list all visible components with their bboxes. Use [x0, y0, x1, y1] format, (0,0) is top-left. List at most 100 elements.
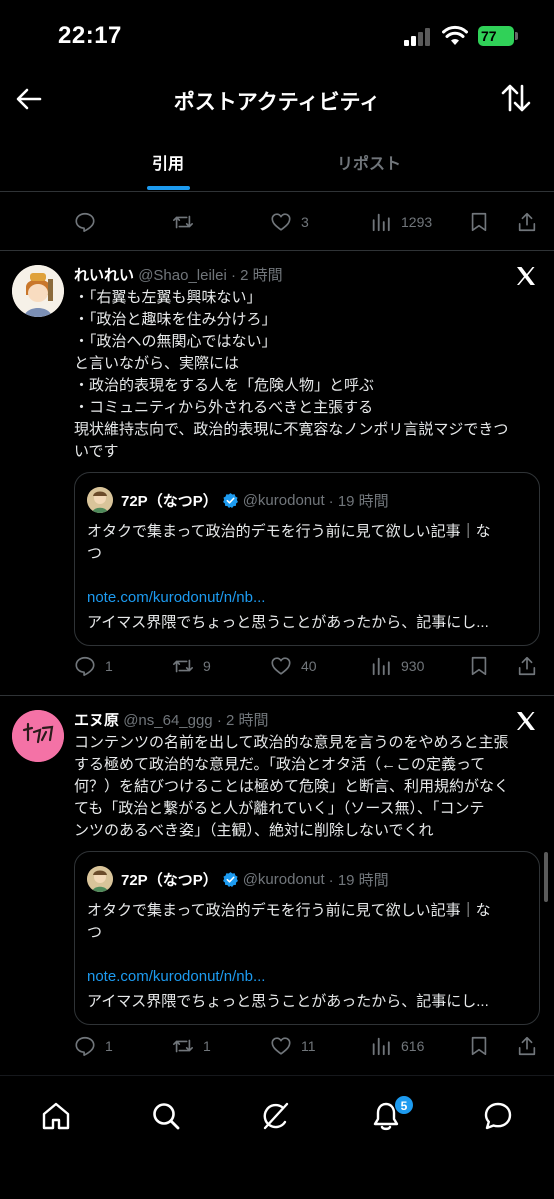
status-bar: 22:17 77 — [0, 0, 554, 72]
share-icon — [518, 1036, 536, 1056]
quoted-display-name: 72P（なつP） — [121, 871, 218, 889]
quoted-time: · 19 時間 — [328, 871, 389, 889]
tweet-line: ンツのあるべき姿」（主観）、絶対に削除しないでくれ — [74, 822, 434, 839]
tweet-actions: 1 9 40 930 — [0, 651, 554, 681]
tweet-line: ・「右翼も左翼も興味ない」 — [74, 289, 262, 306]
heart-icon — [271, 1037, 291, 1055]
battery-indicator: 77 — [478, 26, 518, 46]
repost-icon — [173, 659, 193, 673]
tweet-line: と言いながら、実際には — [74, 355, 240, 372]
like-button[interactable]: 11 — [270, 1031, 316, 1061]
quoted-tweet-header: 72P（なつP） @kurodonut · 19 時間 — [87, 487, 389, 513]
views-button[interactable]: 1293 — [370, 207, 432, 237]
sort-icon[interactable] — [500, 82, 532, 114]
share-button[interactable] — [516, 1031, 538, 1061]
repost-button[interactable]: 9 — [172, 651, 211, 681]
quoted-link[interactable]: note.com/kurodonut/n/nb... — [87, 589, 265, 606]
user-handle[interactable]: @ns_64_ggg — [123, 712, 212, 729]
quoted-text-line: つ — [87, 545, 103, 562]
repost-icon — [173, 1039, 193, 1053]
display-name[interactable]: エヌ原 — [74, 712, 119, 729]
like-button[interactable]: 40 — [270, 651, 317, 681]
tweet-text: コンテンツの名前を出して政治的な意見を言うのをやめろと主張 する極めて政治的な意… — [74, 732, 542, 842]
bookmark-button[interactable] — [468, 651, 490, 681]
bookmark-icon — [471, 1036, 487, 1056]
tweet[interactable]: れいれい @Shao_leilei · 2 時間 ・「右翼も左翼も興味ない」 ・… — [0, 251, 554, 695]
repost-button[interactable] — [172, 207, 194, 237]
status-time: 22:17 — [58, 22, 122, 49]
quoted-link-description: アイマス界隈でちょっと思うことがあったから、記事にし... — [87, 993, 489, 1010]
quoted-tweet[interactable]: 72P（なつP） @kurodonut · 19 時間 オタクで集まって政治的デ… — [74, 472, 540, 646]
like-count: 40 — [301, 658, 317, 674]
share-icon — [518, 656, 536, 676]
tweet-line: する極めて政治的な意見だ。「政治とオタ活（←この定義って — [74, 756, 486, 773]
tweet-actions: 1 1 11 616 — [0, 1031, 554, 1061]
user-handle[interactable]: @Shao_leilei — [138, 267, 227, 284]
grok-icon[interactable] — [260, 1100, 292, 1132]
search-icon[interactable] — [150, 1100, 182, 1132]
repost-icon — [173, 215, 193, 229]
reply-count: 1 — [105, 658, 113, 674]
quoted-text-line: オタクで集まって政治的デモを行う前に見て欲しい記事｜な — [87, 902, 491, 919]
heart-icon — [271, 657, 291, 675]
avatar[interactable] — [12, 265, 64, 317]
tweet[interactable]: エヌ原 @ns_64_ggg · 2 時間 コンテンツの名前を出して政治的な意見… — [0, 696, 554, 1074]
page-title: ポストアクティビティ — [173, 91, 381, 114]
messages-icon[interactable] — [482, 1100, 514, 1132]
quoted-time: · 19 時間 — [328, 492, 389, 510]
view-count: 1293 — [401, 214, 433, 230]
quoted-avatar — [87, 866, 113, 892]
heart-icon — [271, 213, 291, 231]
views-button[interactable]: 616 — [370, 1031, 424, 1061]
scrollbar[interactable] — [544, 852, 548, 902]
active-tab-indicator — [147, 186, 190, 190]
notification-badge: 5 — [394, 1095, 414, 1115]
quoted-text-line: つ — [87, 924, 103, 941]
tweet-line: コンテンツの名前を出して政治的な意見を言うのをやめろと主張 — [74, 734, 509, 751]
like-button[interactable]: 3 — [270, 207, 309, 237]
share-button[interactable] — [516, 651, 538, 681]
tab-quotes[interactable]: 引用 — [152, 150, 184, 174]
quoted-link[interactable]: note.com/kurodonut/n/nb... — [87, 968, 265, 985]
reply-count: 1 — [105, 1038, 113, 1054]
quoted-tweet[interactable]: 72P（なつP） @kurodonut · 19 時間 オタクで集まって政治的デ… — [74, 851, 540, 1025]
tweet-time: · 2 時間 — [230, 267, 283, 284]
like-count: 11 — [301, 1038, 316, 1054]
x-logo-icon — [517, 712, 535, 730]
reply-button[interactable]: 1 — [74, 651, 113, 681]
reply-button[interactable] — [74, 207, 96, 237]
views-button[interactable]: 930 — [370, 651, 424, 681]
quoted-link-description: アイマス界隈でちょっと思うことがあったから、記事にし... — [87, 614, 489, 631]
reply-icon — [75, 1036, 95, 1056]
quoted-handle: @kurodonut — [242, 491, 325, 509]
quoted-text: オタクで集まって政治的デモを行う前に見て欲しい記事｜な つ — [87, 900, 531, 944]
tweet-line: いです — [74, 443, 119, 460]
view-count: 616 — [401, 1038, 425, 1054]
verified-badge-icon — [222, 871, 238, 887]
repost-button[interactable]: 1 — [172, 1031, 211, 1061]
bookmark-icon — [471, 212, 487, 232]
bookmark-button[interactable] — [468, 1031, 490, 1061]
reply-icon — [75, 212, 95, 232]
display-name[interactable]: れいれい — [74, 267, 134, 284]
reply-button[interactable]: 1 — [74, 1031, 113, 1061]
tab-reposts[interactable]: リポスト — [337, 150, 401, 174]
previous-tweet-actions: 3 1293 — [0, 207, 554, 237]
bookmark-button[interactable] — [468, 207, 490, 237]
bottom-navigation: 5 — [0, 1075, 554, 1199]
quoted-text: オタクで集まって政治的デモを行う前に見て欲しい記事｜な つ — [87, 521, 531, 565]
quoted-handle: @kurodonut — [242, 870, 325, 888]
avatar[interactable] — [12, 710, 64, 762]
tweet-line: ・政治的表現をする人を「危険人物」と呼ぶ — [74, 377, 375, 394]
repost-count: 9 — [203, 658, 211, 674]
analytics-icon — [372, 1037, 390, 1056]
verified-badge-icon — [222, 492, 238, 508]
share-button[interactable] — [516, 207, 538, 237]
tweet-time: · 2 時間 — [216, 712, 269, 729]
tweet-line: ・「政治と趣味を住み分けろ」 — [74, 311, 277, 328]
quoted-tweet-header: 72P（なつP） @kurodonut · 19 時間 — [87, 866, 389, 892]
repost-count: 1 — [203, 1038, 211, 1054]
tab-bar: 引用 リポスト — [0, 140, 554, 192]
home-icon[interactable] — [40, 1100, 72, 1132]
battery-level: 77 — [481, 28, 497, 44]
